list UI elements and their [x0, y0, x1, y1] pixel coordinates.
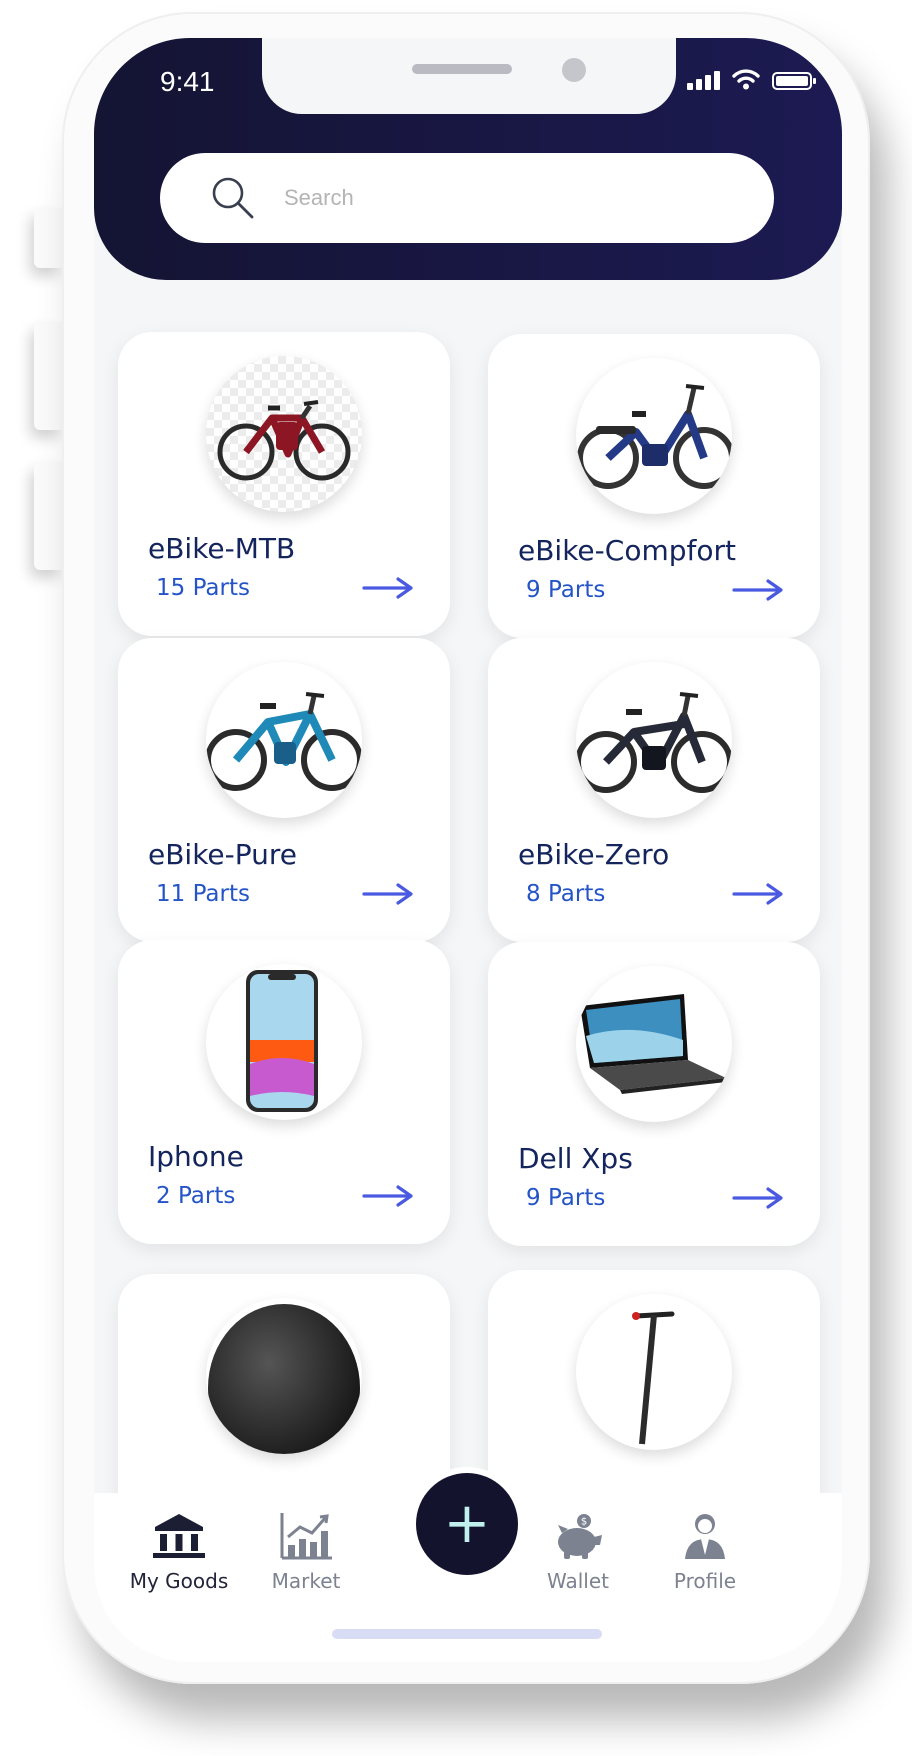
arrow-right-icon[interactable] — [732, 578, 784, 602]
goods-card-ebike-mtb[interactable]: eBike-MTB 15 Parts — [118, 332, 450, 636]
nav-profile[interactable]: Profile — [645, 1511, 765, 1593]
arrow-right-icon[interactable] — [362, 1184, 414, 1208]
goods-parts-count: 15 Parts — [156, 575, 250, 601]
bottom-nav: My Goods Market + $ Wallet Profile — [94, 1473, 842, 1662]
iphone-image — [206, 964, 362, 1120]
goods-card-iphone[interactable]: Iphone 2 Parts — [118, 940, 450, 1244]
nav-label: Market — [271, 1569, 341, 1593]
goods-title: eBike-Zero — [518, 838, 670, 871]
nav-market[interactable]: Market — [246, 1511, 366, 1593]
goods-card-ebike-pure[interactable]: eBike-Pure 11 Parts — [118, 638, 450, 942]
stage: 9:41 Search eBike-MTB 15 Parts eBike-Com… — [0, 0, 912, 1756]
arrow-right-icon[interactable] — [362, 576, 414, 600]
header: 9:41 — [94, 38, 842, 280]
goods-parts-count: 8 Parts — [526, 881, 606, 907]
notch — [262, 38, 676, 114]
goods-parts-count: 11 Parts — [156, 881, 250, 907]
search-input[interactable] — [282, 184, 726, 212]
ebike-compfort-image — [576, 358, 732, 514]
nav-wallet[interactable]: $ Wallet — [518, 1511, 638, 1593]
goods-parts-count: 9 Parts — [526, 1185, 606, 1211]
nav-my-goods[interactable]: My Goods — [119, 1511, 239, 1593]
piggy-bank-icon: $ — [558, 1514, 602, 1559]
goods-card-ebike-compfort[interactable]: eBike-Compfort 9 Parts — [488, 334, 820, 638]
goods-title: Dell Xps — [518, 1142, 633, 1175]
ebike-pure-image — [206, 662, 362, 818]
arrow-right-icon[interactable] — [732, 1186, 784, 1210]
volume-up-button — [34, 322, 62, 430]
arrow-right-icon[interactable] — [362, 882, 414, 906]
goods-card-dell-xps[interactable]: Dell Xps 9 Parts — [488, 942, 820, 1246]
search-icon — [212, 177, 254, 219]
status-icons — [687, 68, 816, 90]
goods-parts-count: 2 Parts — [156, 1183, 236, 1209]
wifi-icon — [732, 69, 760, 90]
home-indicator — [332, 1629, 602, 1639]
speaker-grille — [412, 64, 512, 74]
smart-speaker-image — [206, 1298, 362, 1454]
nav-label: Wallet — [546, 1569, 609, 1593]
battery-icon — [772, 72, 816, 90]
svg-text:$: $ — [581, 1517, 587, 1528]
search-bar[interactable] — [160, 153, 774, 243]
status-time: 9:41 — [160, 66, 215, 97]
arrow-right-icon[interactable] — [732, 882, 784, 906]
goods-title: eBike-Compfort — [518, 534, 736, 567]
screen: 9:41 Search eBike-MTB 15 Parts eBike-Com… — [94, 38, 842, 1662]
market-chart-icon — [280, 1513, 332, 1560]
bank-icon — [153, 1514, 205, 1558]
cellular-signal-icon — [687, 68, 720, 90]
goods-title: eBike-MTB — [148, 532, 296, 565]
nav-label: My Goods — [129, 1569, 229, 1593]
goods-title: eBike-Pure — [148, 838, 298, 871]
e-scooter-image — [576, 1294, 732, 1450]
goods-title: Iphone — [148, 1140, 244, 1173]
mute-switch — [34, 208, 62, 268]
nav-label: Profile — [673, 1569, 737, 1593]
volume-down-button — [34, 462, 62, 570]
add-button[interactable]: + — [416, 1473, 518, 1575]
dell-xps-image — [576, 966, 732, 1122]
goods-parts-count: 9 Parts — [526, 577, 606, 603]
ebike-zero-image — [576, 662, 732, 818]
goods-card-ebike-zero[interactable]: eBike-Zero 8 Parts — [488, 638, 820, 942]
profile-user-icon — [685, 1514, 725, 1559]
front-camera — [562, 58, 586, 82]
ebike-mtb-image — [206, 356, 362, 512]
